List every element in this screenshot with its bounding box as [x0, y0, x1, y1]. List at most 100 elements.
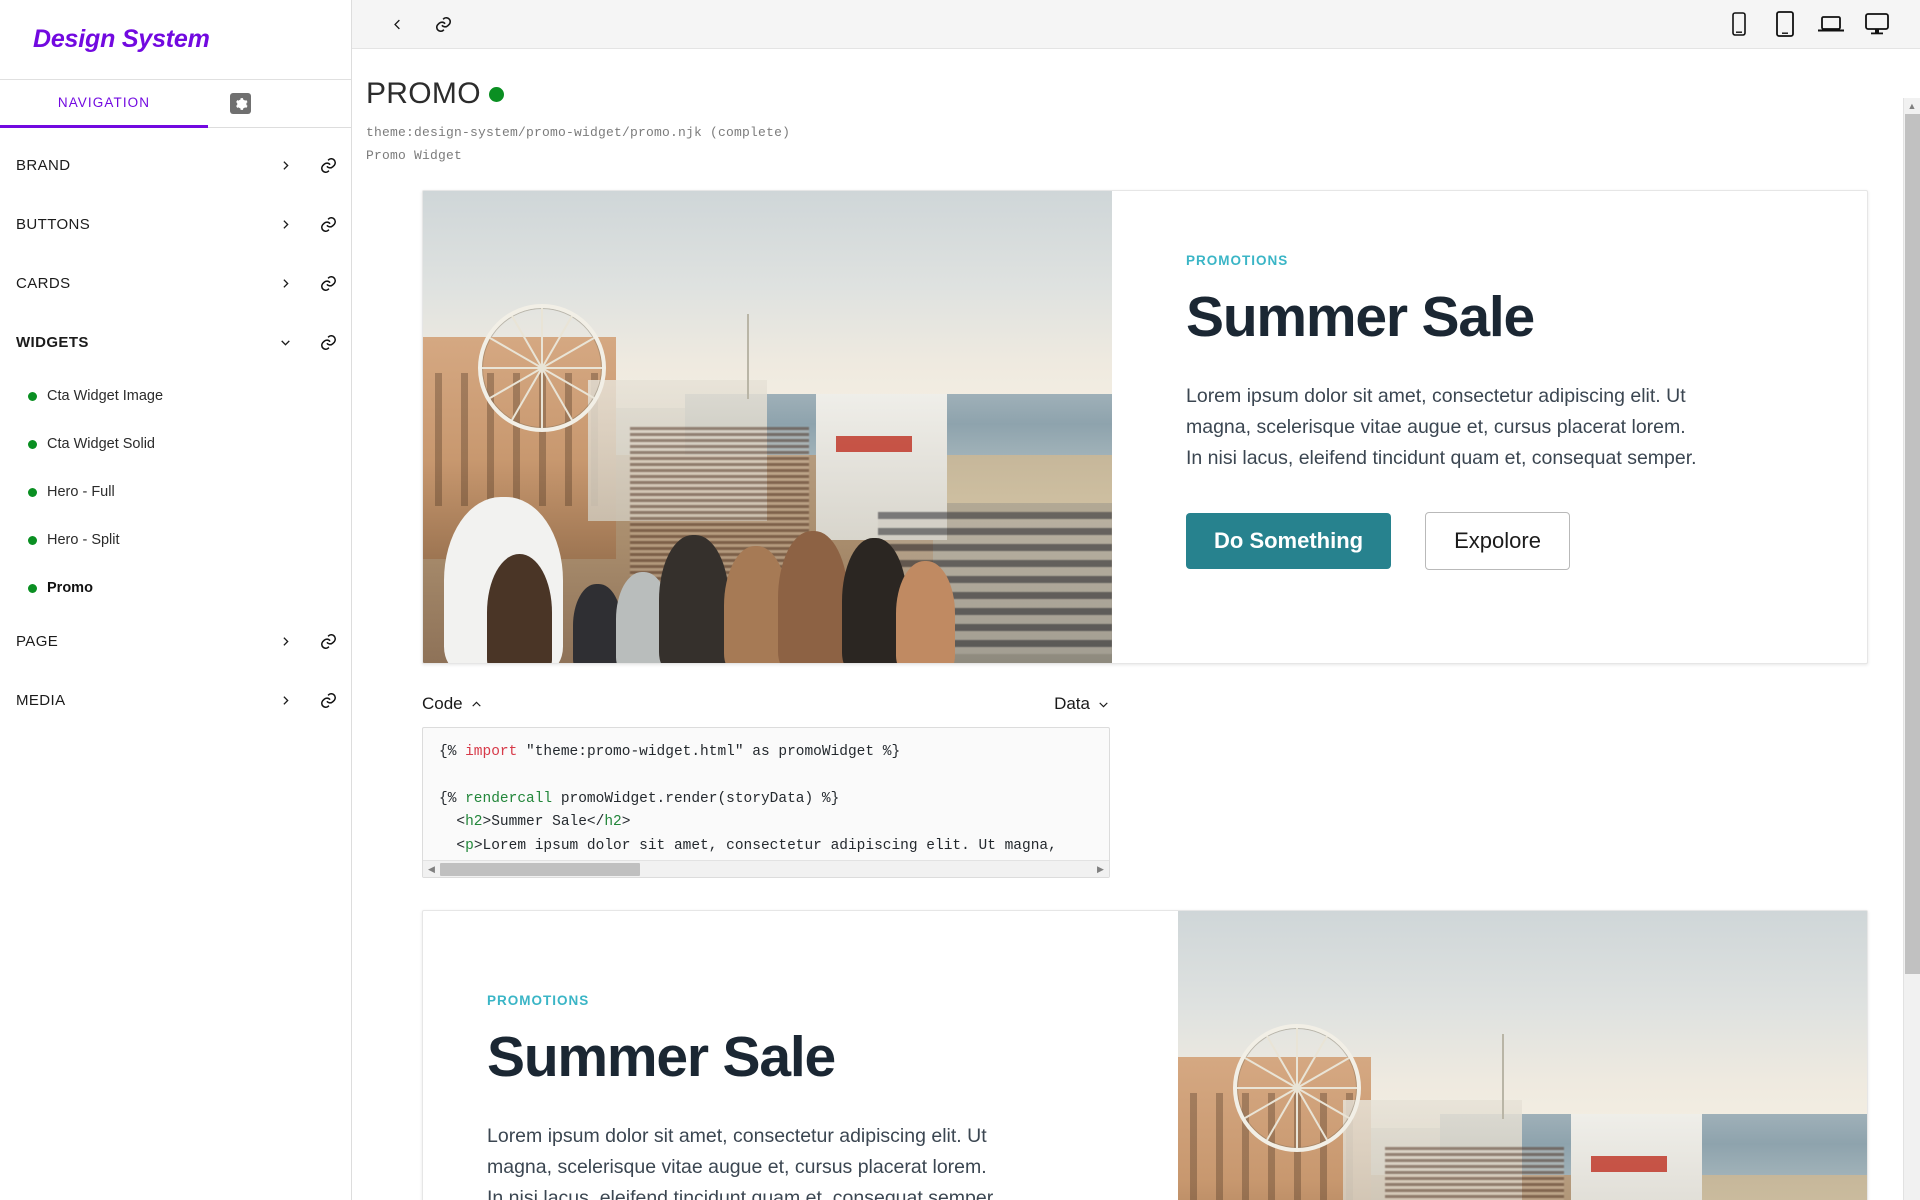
scroll-thumb[interactable] — [440, 862, 640, 876]
story-subtitle: Promo Widget — [366, 148, 463, 163]
code-line-5: <p>Lorem ipsum dolor sit amet, consectet… — [439, 837, 1057, 854]
promo-heading: Summer Sale — [487, 1025, 836, 1089]
desktop-icon[interactable] — [1864, 11, 1890, 37]
promo-body-text: Lorem ipsum dolor sit amet, consectetur … — [487, 1125, 998, 1200]
page-title-text: PROMO — [366, 77, 481, 110]
promo-image — [423, 191, 1112, 663]
status-dot — [28, 535, 37, 545]
toolbar — [352, 0, 1920, 49]
status-dot — [28, 391, 37, 401]
sidebar-group-brand[interactable]: BRAND — [0, 136, 351, 195]
story-header: PROMO theme:design-system/promo-widget/p… — [352, 77, 1868, 163]
main-panel: PROMO theme:design-system/promo-widget/p… — [352, 0, 1920, 1200]
status-dot — [28, 487, 37, 497]
photo-crowd — [1384, 1147, 1564, 1200]
code-line-4: <h2>Summer Sale</h2> — [439, 814, 631, 831]
sidebar-group-label: BRAND — [16, 157, 71, 174]
photo-mast — [1501, 1033, 1504, 1119]
content-inner: PROMO theme:design-system/promo-widget/p… — [352, 49, 1920, 1200]
sidebar-group-label: CARDS — [16, 275, 71, 292]
code-panel-label: Code — [422, 694, 463, 713]
sidebar: Design System NAVIGATION BRAND BUTTONS C… — [0, 0, 352, 1200]
brand-bar: Design System — [0, 0, 351, 80]
mobile-icon[interactable] — [1726, 11, 1752, 37]
promo-image — [1178, 911, 1867, 1200]
status-dot — [28, 439, 37, 449]
chevron-left-icon[interactable] — [374, 4, 420, 44]
data-panel-label: Data — [1054, 694, 1090, 713]
promo-body: PROMOTIONS Summer Sale Lorem ipsum dolor… — [423, 911, 1178, 1200]
status-dot — [488, 86, 504, 102]
link-icon[interactable] — [305, 632, 351, 651]
laptop-icon[interactable] — [1818, 11, 1844, 37]
boardwalk-photo — [1178, 911, 1867, 1200]
sidebar-group-media[interactable]: MEDIA — [0, 671, 351, 730]
link-icon[interactable] — [305, 274, 351, 293]
navigation-list: BRAND BUTTONS CARDS WIDGETS Cta Widget I… — [0, 128, 351, 1200]
promo-actions: Do Something Expolore — [1186, 511, 1803, 570]
page-title: PROMO — [366, 77, 1868, 111]
data-panel-toggle[interactable]: Data — [1054, 694, 1110, 714]
scroll-track[interactable] — [438, 862, 1094, 876]
promo-preview-card-secondary: PROMOTIONS Summer Sale Lorem ipsum dolor… — [422, 910, 1868, 1200]
photo-red-sign — [1591, 1156, 1668, 1172]
chevron-down-icon[interactable] — [265, 336, 305, 349]
chevron-right-icon[interactable] — [265, 635, 305, 648]
link-icon[interactable] — [305, 156, 351, 175]
status-dot — [28, 583, 37, 593]
chevron-right-icon[interactable] — [265, 694, 305, 707]
chevron-right-icon[interactable] — [265, 218, 305, 231]
sidebar-group-cards[interactable]: CARDS — [0, 254, 351, 313]
code-content[interactable]: {% import "theme:promo-widget.html" as p… — [423, 728, 1109, 860]
tab-navigation[interactable]: NAVIGATION — [0, 80, 208, 128]
chevron-right-icon[interactable] — [265, 159, 305, 172]
sidebar-group-buttons[interactable]: BUTTONS — [0, 195, 351, 254]
sidebar-item-promo[interactable]: Promo — [0, 564, 351, 612]
viewport-size-group — [1726, 11, 1920, 37]
explore-button[interactable]: Expolore — [1425, 511, 1570, 570]
promo-eyebrow: PROMOTIONS — [1186, 253, 1289, 268]
sidebar-item-hero-full[interactable]: Hero - Full — [0, 468, 351, 516]
do-something-button[interactable]: Do Something — [1186, 512, 1392, 569]
photo-red-sign — [836, 436, 913, 452]
app-root: Design System NAVIGATION BRAND BUTTONS C… — [0, 0, 1920, 1200]
sidebar-item-hero-split[interactable]: Hero - Split — [0, 516, 351, 564]
link-icon[interactable] — [305, 333, 351, 352]
promo-preview-card: PROMOTIONS Summer Sale Lorem ipsum dolor… — [422, 190, 1868, 664]
scroll-up-arrow-icon[interactable]: ▲ — [1904, 98, 1920, 113]
sidebar-group-label: PAGE — [16, 633, 59, 650]
link-icon[interactable] — [305, 691, 351, 710]
sidebar-tools — [208, 80, 351, 127]
photo-ferris-wheel — [478, 304, 607, 433]
sidebar-item-label: Cta Widget Solid — [47, 436, 155, 452]
code-line-1: {% import "theme:promo-widget.html" as p… — [439, 744, 901, 760]
sidebar-group-label: MEDIA — [16, 692, 66, 709]
sidebar-item-label: Hero - Full — [47, 484, 115, 500]
code-line-3: {% rendercall promoWidget.render(storyDa… — [439, 790, 840, 807]
sidebar-group-widgets[interactable]: WIDGETS — [0, 313, 351, 372]
photo-ferris-wheel — [1233, 1024, 1362, 1153]
page-scrollbar[interactable]: ▲ — [1903, 98, 1920, 1200]
gear-icon[interactable] — [230, 93, 251, 114]
scroll-left-arrow-icon[interactable]: ◀ — [425, 864, 438, 874]
promo-heading: Summer Sale — [1186, 285, 1535, 349]
sidebar-tabs: NAVIGATION — [0, 80, 351, 128]
scroll-right-arrow-icon[interactable]: ▶ — [1094, 864, 1107, 874]
link-icon[interactable] — [305, 215, 351, 234]
code-horizontal-scrollbar[interactable]: ◀ ▶ — [423, 860, 1109, 877]
sidebar-group-label: WIDGETS — [16, 334, 89, 351]
promo-body: PROMOTIONS Summer Sale Lorem ipsum dolor… — [1112, 191, 1867, 663]
boardwalk-photo — [423, 191, 1112, 663]
sidebar-item-cta-widget-image[interactable]: Cta Widget Image — [0, 372, 351, 420]
photo-mast — [746, 313, 749, 399]
link-icon[interactable] — [420, 4, 466, 44]
sidebar-item-cta-widget-solid[interactable]: Cta Widget Solid — [0, 420, 351, 468]
promo-body-text: Lorem ipsum dolor sit amet, consectetur … — [1186, 385, 1697, 469]
tablet-icon[interactable] — [1772, 11, 1798, 37]
scroll-thumb[interactable] — [1905, 114, 1920, 974]
sidebar-group-page[interactable]: PAGE — [0, 612, 351, 671]
promo-eyebrow: PROMOTIONS — [487, 993, 590, 1008]
chevron-right-icon[interactable] — [265, 277, 305, 290]
code-panel-toggle[interactable]: Code — [422, 694, 483, 714]
app-logo[interactable]: Design System — [33, 25, 210, 54]
